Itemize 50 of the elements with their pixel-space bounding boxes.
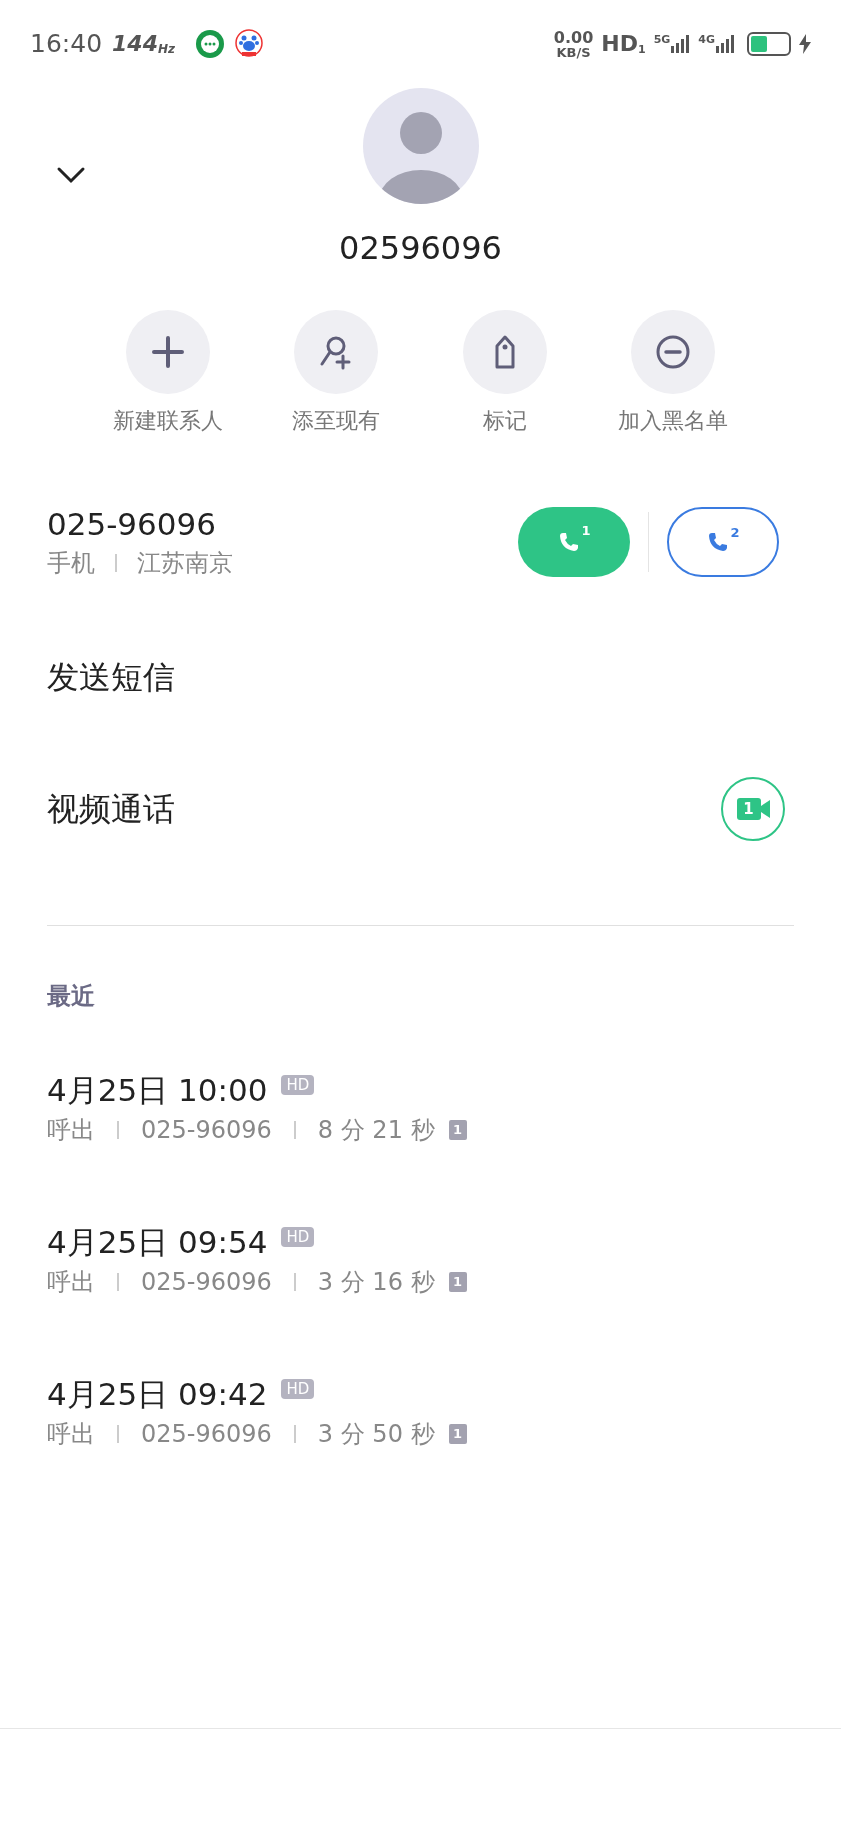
paw-app-icon [235, 29, 263, 59]
sim-number-text: 1 [581, 522, 591, 540]
call-duration: 3 分 50 秒 [317, 1419, 435, 1450]
section-title: 最近 [46, 981, 96, 1012]
action-label: 标记 [482, 407, 527, 435]
sim-badge: 1 [448, 1120, 467, 1140]
hd-badge: HD [281, 1075, 315, 1095]
call-button[interactable]: 1 [518, 507, 630, 577]
volte-sim-text: 1 [637, 44, 646, 55]
call-number: 025-96096 [141, 1115, 272, 1146]
sim-number-text: 2 [730, 524, 740, 542]
call-number: 025-96096 [141, 1419, 272, 1450]
contact-name: 02596096 [339, 228, 502, 269]
action-label: 新建联系人 [113, 407, 223, 435]
call-direction: 呼出 [47, 1115, 95, 1146]
call-time: 4月25日 10:00 [47, 1071, 268, 1110]
action-label: 加入黑名单 [618, 407, 728, 435]
call-number: 025-96096 [141, 1267, 272, 1298]
refresh-rate-text: 144 [112, 33, 158, 55]
sim-badge: 1 [448, 1424, 467, 1444]
clock-text: 16:40 [30, 28, 103, 61]
speed-unit-text: KB/S [556, 45, 591, 59]
sim-badge: 1 [448, 1272, 467, 1292]
call-button[interactable]: 2 [667, 507, 779, 577]
number-location: 江苏南京 [137, 548, 233, 579]
option-label[interactable]: 发送短信 [47, 653, 175, 701]
battery-icon [747, 32, 791, 56]
call-time: 4月25日 09:54 [47, 1223, 268, 1262]
number-type: 手机 [47, 548, 95, 579]
phone-number: 025-96096 [47, 505, 217, 544]
video-call-button[interactable]: 1 [721, 777, 785, 841]
option-label[interactable]: 视频通话 [47, 785, 175, 833]
hd-badge: HD [281, 1379, 315, 1399]
call-time: 4月25日 09:42 [47, 1375, 268, 1414]
collapse-chevron-icon[interactable] [56, 166, 86, 184]
call-duration: 8 分 21 秒 [317, 1115, 435, 1146]
hd-badge: HD [281, 1227, 315, 1247]
call-direction: 呼出 [47, 1267, 95, 1298]
network-speed-text: 0.00 [553, 29, 594, 46]
network-type-text: 5G [653, 34, 671, 45]
volte-text: HD [601, 33, 638, 55]
action-label: 添至现有 [292, 407, 381, 435]
chat-bubble-icon [195, 29, 225, 59]
refresh-unit-text: Hz [158, 43, 175, 55]
call-direction: 呼出 [47, 1419, 95, 1450]
signal-icon [670, 34, 691, 54]
network-type-text: 4G [698, 34, 715, 45]
call-duration: 3 分 16 秒 [317, 1267, 435, 1298]
avatar-silhouette-icon [362, 88, 479, 204]
signal-icon [715, 34, 735, 54]
